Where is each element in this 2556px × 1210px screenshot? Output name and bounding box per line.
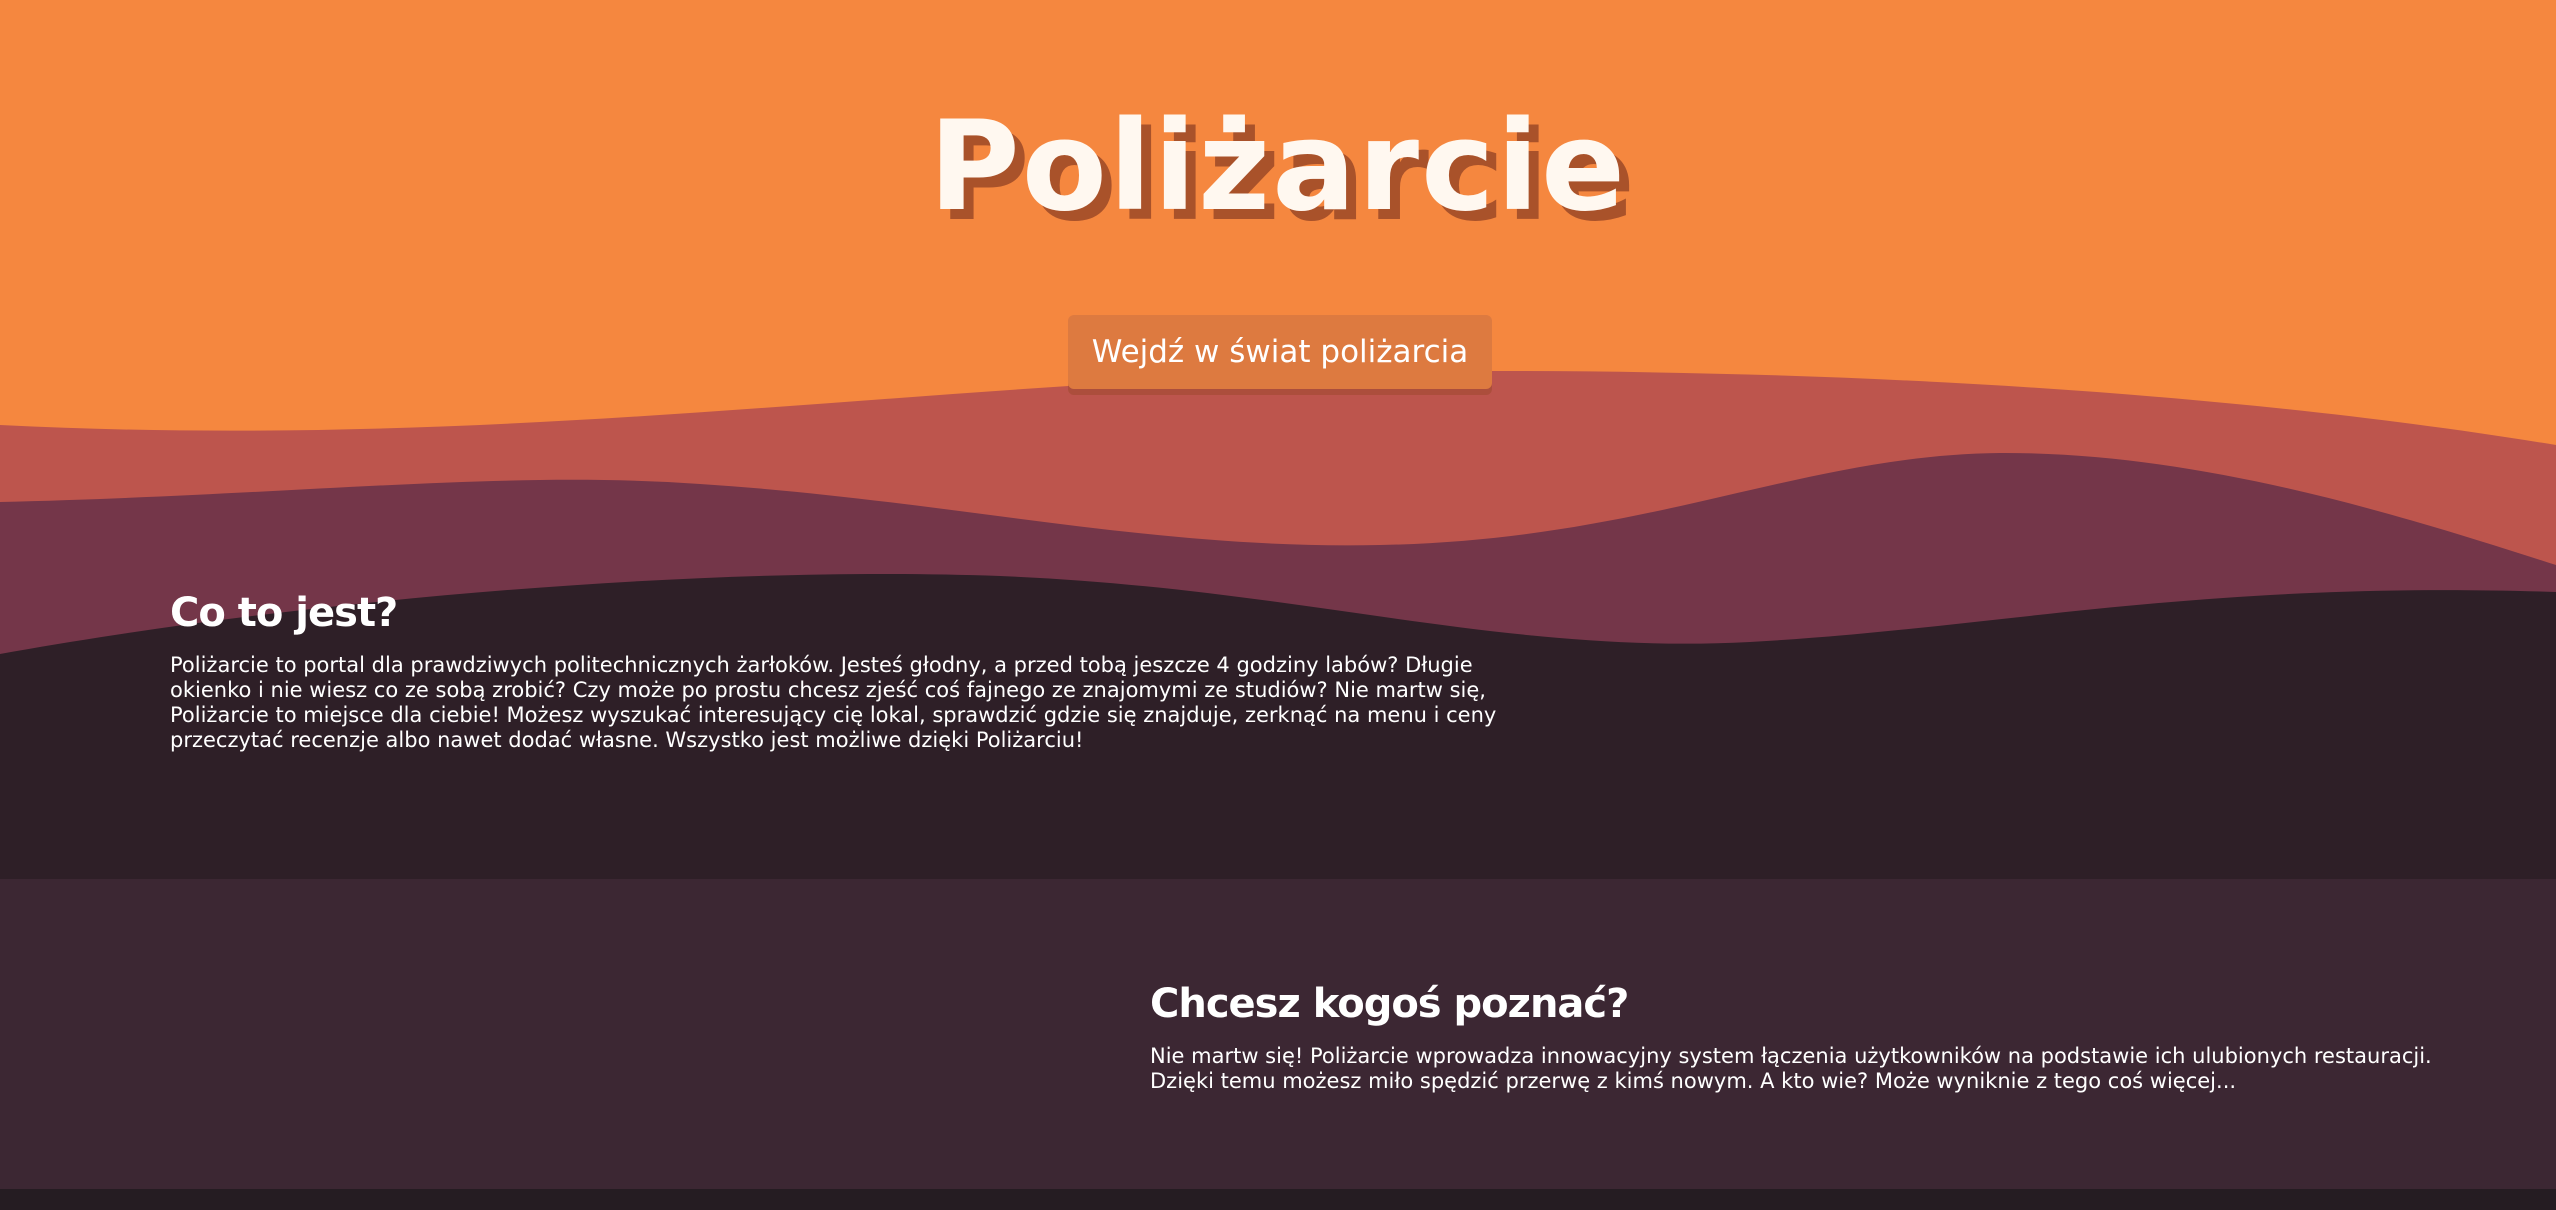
footer-strip xyxy=(0,1189,2556,1210)
enter-button[interactable]: Wejdź w świat poliżarcia xyxy=(1068,315,1492,389)
meet-block: Chcesz kogoś poznać? Nie martw się! Poli… xyxy=(1150,976,2450,1094)
meet-section: Chcesz kogoś poznać? Nie martw się! Poli… xyxy=(0,879,2556,1189)
about-block: Co to jest? Poliżarcie to portal dla pra… xyxy=(170,585,1550,753)
hero-section: Poliżarcie Wejdź w świat poliżarcia Co t… xyxy=(0,0,2556,879)
meet-heading: Chcesz kogoś poznać? xyxy=(1150,981,1629,1027)
meet-text: Nie martw się! Poliżarcie wprowadza inno… xyxy=(1150,1044,2432,1093)
about-text: Poliżarcie to portal dla prawdziwych pol… xyxy=(170,653,1497,752)
about-heading: Co to jest? xyxy=(170,590,398,636)
site-title: Poliżarcie xyxy=(928,95,1628,239)
